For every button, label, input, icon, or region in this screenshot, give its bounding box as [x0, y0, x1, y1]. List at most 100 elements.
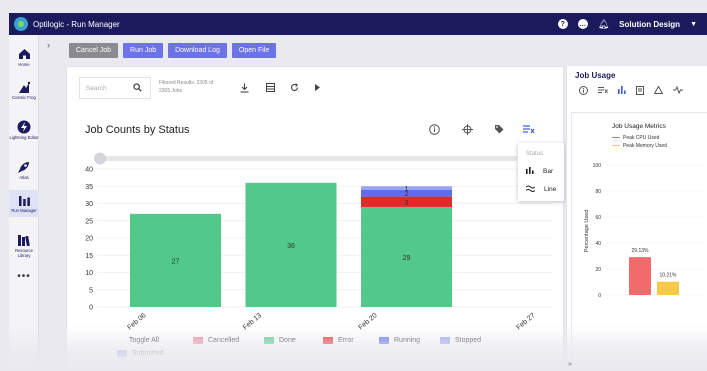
job-actions: Cancel Job Run Job Download Log Open Fil… — [69, 43, 277, 58]
legend-swatch — [323, 337, 333, 344]
bar-chart-icon[interactable] — [618, 86, 626, 97]
job-usage-chart-card: Job Usage Metrics Peak CPU Used Peak Mem… — [571, 112, 707, 371]
bar-peak-memory — [657, 281, 679, 295]
y-tick-label: 60 — [595, 215, 601, 221]
warning-icon[interactable] — [653, 85, 664, 97]
chevron-double-right-icon[interactable]: » — [568, 361, 572, 368]
legend-item-done[interactable]: Done — [264, 337, 296, 344]
legend-item-running[interactable]: Running — [379, 337, 420, 344]
legend-swatch — [117, 350, 127, 357]
legend-item-submitted[interactable]: Submitted — [117, 350, 164, 357]
y-tick-label: 10 — [85, 270, 93, 277]
legend-toggle-all[interactable]: Toggle All — [129, 337, 159, 344]
status-chart-type-menu: Status Bar Line — [518, 143, 564, 201]
bell-icon[interactable]: 🔔︎ — [598, 19, 609, 30]
line-chart-icon — [525, 185, 536, 194]
sidebar-item-label: Lightning Editor — [9, 135, 39, 140]
menu-item-line[interactable]: Line — [525, 185, 557, 194]
y-tick-label: 100 — [593, 163, 602, 169]
home-icon — [17, 47, 32, 61]
y-tick-label: 30 — [85, 201, 93, 208]
sidebar-item-lightning-editor[interactable]: Lightning Editor — [9, 120, 39, 141]
download-log-button[interactable]: Download Log — [168, 43, 227, 58]
app-title: Optilogic - Run Manager — [33, 19, 120, 29]
more-icon[interactable]: ••• — [9, 271, 39, 282]
library-icon — [17, 233, 32, 247]
chat-icon[interactable]: … — [577, 19, 588, 29]
help-icon[interactable]: ? — [557, 19, 568, 29]
top-bar: Optilogic - Run Manager ? … 🔔︎ Solution … — [9, 13, 707, 35]
pulse-icon[interactable] — [673, 85, 683, 97]
x-tick-label: Feb 27 — [515, 312, 536, 331]
info-icon[interactable] — [579, 86, 588, 97]
y-tick-label: 40 — [595, 241, 601, 247]
chevron-down-icon[interactable]: ▼ — [690, 21, 697, 28]
legend-swatch — [440, 337, 450, 344]
y-tick-label: 80 — [595, 189, 601, 195]
status-menu-header: Status — [526, 151, 544, 157]
job-counts-chart: 051015202530354027Feb 0636Feb 1329321Feb… — [85, 152, 552, 332]
menu-item-label: Bar — [543, 168, 554, 175]
data-label: 10.21% — [660, 273, 678, 279]
x-tick-label: Feb 20 — [357, 312, 378, 331]
y-tick-label: 0 — [89, 305, 93, 312]
job-usage-title: Job Usage — [575, 71, 616, 80]
data-label: 36 — [287, 243, 295, 250]
range-slider-handle[interactable] — [94, 152, 106, 165]
x-tick-label: Feb 13 — [242, 312, 263, 331]
job-counts-panel: Search Filtered Results: 2305 of 2305 Jo… — [66, 66, 564, 371]
legend-item-stopped[interactable]: Stopped — [440, 337, 481, 344]
run-job-button[interactable]: Run Job — [123, 43, 164, 58]
sparkline-icon[interactable] — [85, 360, 101, 371]
open-file-button[interactable]: Open File — [231, 43, 277, 58]
workspace-selector[interactable]: Solution Design — [619, 20, 680, 29]
legend-swatch — [379, 337, 389, 344]
lightning-icon — [17, 120, 32, 134]
y-tick-label: 0 — [598, 293, 601, 299]
data-label: 3 — [405, 200, 409, 207]
sidebar-item-atlas[interactable]: Atlas — [9, 160, 39, 181]
job-usage-toolbar — [579, 85, 683, 97]
legend-label: Cancelled — [208, 337, 240, 344]
bar-chart-icon — [526, 167, 534, 176]
optilogic-logo-icon[interactable] — [14, 17, 28, 31]
y-tick-label: 20 — [595, 267, 601, 273]
y-tick-label: 25 — [85, 218, 93, 225]
legend-swatch — [264, 337, 274, 344]
sidebar-item-label: Atlas — [19, 175, 29, 180]
y-tick-label: 20 — [85, 236, 93, 243]
legend-item-error[interactable]: Error — [323, 337, 354, 344]
menu-item-label: Line — [544, 186, 557, 193]
bar-chart-icon — [17, 193, 32, 207]
y-tick-label: 5 — [89, 287, 93, 294]
legend-label: Done — [279, 337, 296, 344]
sidebar-item-run-manager[interactable]: Run Manager — [9, 190, 39, 217]
data-label: 29.13% — [632, 248, 650, 254]
frog-icon — [17, 80, 32, 94]
filter-icon[interactable] — [598, 86, 608, 97]
sidebar-item-label: Resource Library — [15, 248, 33, 258]
chevron-right-icon[interactable]: › — [47, 40, 50, 50]
y-tick-label: 15 — [85, 253, 93, 260]
sidebar-item-label: Run Manager — [11, 208, 37, 213]
sidebar-item-resource-library[interactable]: Resource Library — [9, 233, 39, 258]
data-label: 27 — [172, 258, 180, 265]
range-slider-track — [97, 156, 517, 161]
menu-item-bar[interactable]: Bar — [526, 167, 553, 176]
sidebar-item-cosmic-frog[interactable]: Cosmic Frog — [9, 80, 39, 101]
bar-peak-cpu — [629, 257, 651, 295]
top-bar-actions: ? … 🔔︎ Solution Design ▼ — [557, 19, 707, 30]
cancel-job-button[interactable]: Cancel Job — [69, 43, 119, 58]
legend-item-cancelled[interactable]: Cancelled — [193, 337, 239, 344]
legend-swatch — [193, 337, 203, 344]
document-icon[interactable] — [636, 86, 644, 97]
sidebar-item-home[interactable]: Home — [9, 47, 39, 68]
data-label: 1 — [405, 186, 409, 193]
rocket-icon — [17, 160, 32, 174]
data-label: 29 — [403, 255, 411, 262]
sidebar-item-label: Home — [18, 62, 30, 67]
legend-label: Submitted — [132, 350, 164, 357]
legend-label: Running — [394, 337, 421, 344]
job-usage-panel: Job Usage Job Usage Metrics Peak CPU Use… — [566, 66, 707, 371]
legend-label: Stopped — [455, 337, 482, 344]
